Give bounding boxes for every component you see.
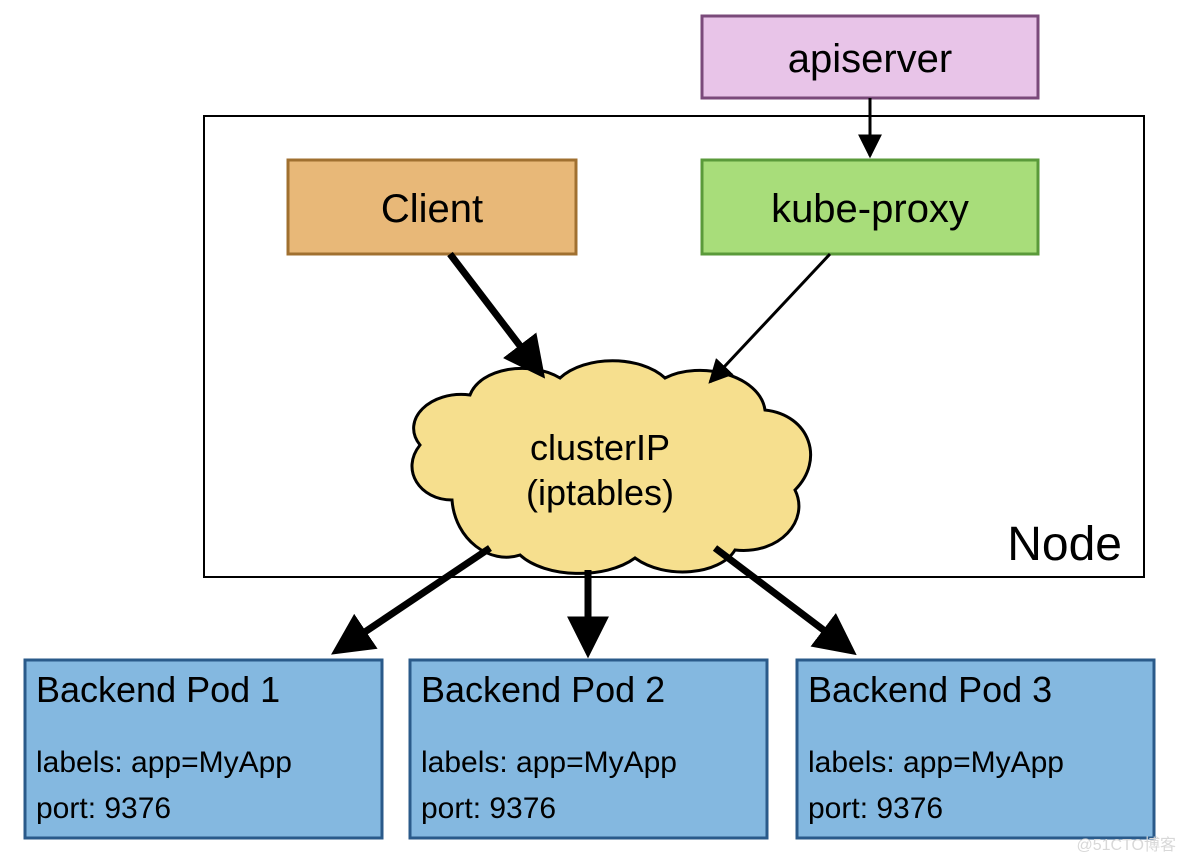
kubeproxy-box: kube-proxy [702, 160, 1038, 254]
apiserver-label: apiserver [788, 37, 953, 81]
clusterip-line1: clusterIP [530, 427, 670, 468]
arrow-kubeproxy-to-cluster [710, 254, 830, 382]
apiserver-box: apiserver [702, 16, 1038, 98]
kubeproxy-label: kube-proxy [771, 187, 969, 231]
arrow-cluster-to-pod1 [338, 548, 490, 650]
backend-pod-2: Backend Pod 2 labels: app=MyApp port: 93… [410, 660, 767, 838]
backend-pod-1: Backend Pod 1 labels: app=MyApp port: 93… [25, 660, 382, 838]
client-box: Client [288, 160, 576, 254]
backend-pod-3-port: port: 9376 [808, 792, 943, 825]
node-label: Node [1007, 518, 1122, 571]
backend-pod-1-title: Backend Pod 1 [36, 669, 280, 710]
arrow-client-to-cluster [450, 254, 540, 372]
clusterip-line2: (iptables) [526, 472, 674, 513]
backend-pod-1-port: port: 9376 [36, 792, 171, 825]
backend-pod-3-labels: labels: app=MyApp [808, 746, 1064, 779]
backend-pod-3: Backend Pod 3 labels: app=MyApp port: 93… [797, 660, 1154, 838]
backend-pod-2-title: Backend Pod 2 [421, 669, 665, 710]
backend-pod-2-port: port: 9376 [421, 792, 556, 825]
watermark: @51CTO博客 [1076, 836, 1176, 854]
backend-pod-3-title: Backend Pod 3 [808, 669, 1052, 710]
backend-pod-1-labels: labels: app=MyApp [36, 746, 292, 779]
arrow-cluster-to-pod3 [715, 548, 850, 650]
client-label: Client [381, 187, 483, 231]
clusterip-cloud: clusterIP (iptables) [412, 361, 811, 574]
backend-pod-2-labels: labels: app=MyApp [421, 746, 677, 779]
